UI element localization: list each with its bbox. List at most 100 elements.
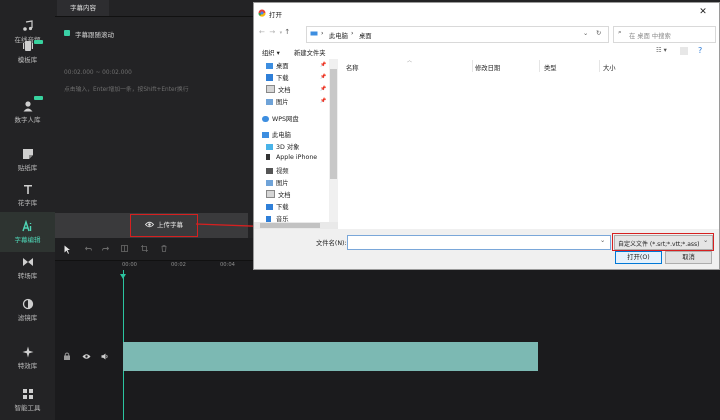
sidebar-item-filters[interactable]: 滤镜库 (0, 290, 55, 330)
sidebar-item-label: 模板库 (17, 56, 38, 64)
sidebar-item-digital-human[interactable]: 数字人库 (0, 92, 55, 132)
nav-item-desktop[interactable]: 桌面 (266, 61, 289, 70)
subtitle-input-hint[interactable]: 点击输入，Enter增加一条，按Shift+Enter换行 (64, 84, 189, 93)
nav-item-iphone[interactable]: Apple iPhone (266, 154, 317, 161)
back-arrow-icon[interactable]: ← (259, 28, 265, 36)
navigation-pane: 桌面 下载 文档 图片 📌 📌 📌 📌 WPS网盘 此电脑 3D 对象 Appl… (254, 59, 338, 229)
column-date-modified[interactable]: 修改日期 (475, 63, 500, 72)
ruler-tick-label: 00:04 (220, 262, 235, 268)
sidebar-item-smart-tools[interactable]: 智能工具 (0, 380, 55, 420)
crop-icon[interactable] (141, 245, 148, 252)
nav-item-downloads-pc[interactable]: 下载 (266, 202, 289, 211)
monitor-icon (262, 132, 269, 138)
nav-item-pictures-pc[interactable]: 图片 (266, 178, 289, 187)
nav-item-downloads[interactable]: 下载 (266, 73, 289, 82)
nav-item-documents[interactable]: 文档 (266, 85, 291, 94)
dialog-close-button[interactable]: ✕ (693, 6, 713, 19)
file-list[interactable] (338, 73, 719, 227)
dialog-title: 打开 (269, 11, 282, 19)
undo-icon[interactable] (85, 246, 92, 252)
document-icon (266, 85, 275, 93)
subtitle-time-range: 00:02.000 ~ 00:02.000 (64, 70, 132, 76)
nav-horizontal-scrollbar[interactable] (254, 222, 338, 229)
sidebar-item-label: 字幕编辑 (14, 236, 41, 244)
breadcrumb-desktop[interactable]: 桌面 (359, 31, 372, 40)
open-button[interactable]: 打开(O) (615, 251, 662, 264)
path-dropdown-icon[interactable]: ⌄ (583, 30, 588, 37)
nav-item-wps-cloud[interactable]: WPS网盘 (262, 114, 299, 123)
cancel-button[interactable]: 取消 (665, 251, 712, 264)
column-name[interactable]: 名称 (346, 63, 359, 72)
filter-icon (22, 298, 33, 310)
video-icon (266, 168, 273, 174)
refresh-icon[interactable]: ↻ (596, 30, 601, 37)
path-separator-icon: › (321, 30, 324, 37)
sidebar-item-effects[interactable]: 特效库 (0, 338, 55, 378)
up-arrow-icon[interactable]: ↑ (284, 28, 290, 36)
nav-hscroll-thumb[interactable] (260, 223, 320, 228)
pin-icon: 📌 (320, 98, 327, 104)
nav-item-pictures[interactable]: 图片 (266, 97, 289, 106)
volume-icon[interactable] (101, 353, 109, 360)
transition-icon (22, 258, 33, 266)
organize-menu[interactable]: 组织 ▾ (262, 48, 280, 57)
column-divider (599, 60, 600, 72)
select-cursor-icon[interactable] (64, 245, 71, 254)
sticker-icon (22, 149, 33, 159)
nav-buttons: ← → ▾ ↑ (259, 28, 311, 40)
nav-scrollbar-thumb[interactable] (330, 69, 337, 179)
file-list-header: 名称 ︿ 修改日期 类型 大小 (338, 58, 719, 73)
breadcrumb-this-pc[interactable]: 此电脑 (329, 31, 348, 40)
help-icon[interactable]: ? (698, 46, 702, 55)
sidebar-item-templates[interactable]: 模板库 (0, 32, 55, 72)
search-box[interactable]: ⌕ 在 桌面 中搜索 (613, 26, 716, 43)
vip-badge (34, 96, 43, 100)
ruler-tick-label: 00:02 (171, 262, 186, 268)
sidebar-item-subtitle-edit[interactable]: 字幕编辑 (0, 212, 55, 252)
sidebar-item-transitions[interactable]: 转场库 (0, 248, 55, 288)
nav-scrollbar[interactable] (329, 59, 338, 229)
lock-icon[interactable] (63, 352, 71, 360)
sidebar: 在线音频 模板库 数字人库 贴纸库 花字库 字幕编辑 转场库 滤镜库 特效库 智… (0, 0, 55, 420)
sidebar-item-label: 特效库 (17, 362, 38, 370)
sort-ascending-icon: ︿ (407, 58, 413, 64)
delete-icon[interactable] (161, 245, 167, 252)
history-chevron-icon[interactable]: ▾ (280, 30, 283, 36)
sidebar-item-fancy-text[interactable]: 花字库 (0, 175, 55, 215)
redo-icon[interactable] (102, 246, 109, 252)
music-note-icon (22, 20, 33, 31)
follow-scroll-checkbox[interactable] (64, 30, 70, 36)
nav-item-videos[interactable]: 视频 (266, 166, 289, 175)
follow-scroll-label: 字幕跟随滚动 (75, 31, 114, 39)
sidebar-item-stickers[interactable]: 贴纸库 (0, 140, 55, 180)
nav-item-documents-pc[interactable]: 文档 (266, 190, 291, 199)
tab-subtitle-content[interactable]: 字幕内容 (57, 0, 109, 16)
split-icon[interactable] (121, 245, 128, 252)
video-clip[interactable] (123, 342, 538, 371)
nav-item-3d-objects[interactable]: 3D 对象 (266, 142, 299, 151)
column-type[interactable]: 类型 (544, 63, 557, 72)
sidebar-item-label: 转场库 (17, 272, 38, 280)
forward-arrow-icon[interactable]: → (269, 28, 275, 36)
cube-3d-icon (266, 144, 273, 150)
view-options-icon[interactable]: ☷ ▾ (656, 47, 667, 54)
text-t-icon (23, 185, 32, 194)
avatar-person-icon (23, 101, 32, 112)
nav-item-this-pc[interactable]: 此电脑 (262, 130, 291, 139)
sidebar-item-label: 智能工具 (14, 404, 41, 412)
filename-dropdown-icon[interactable]: ⌄ (600, 237, 605, 244)
preview-pane-icon[interactable] (680, 47, 688, 55)
address-bar[interactable]: › 此电脑 › 桌面 ⌄ ↻ (306, 26, 609, 43)
filename-input[interactable]: ⌄ (347, 235, 611, 250)
eye-visibility-icon[interactable] (82, 353, 91, 360)
open-file-dialog: 打开 ✕ ← → ▾ ↑ › 此电脑 › 桌面 ⌄ ↻ ⌕ 在 桌面 中搜索 组… (253, 2, 720, 270)
desktop-folder-icon (266, 63, 273, 69)
template-icon (22, 41, 33, 51)
download-arrow-icon (266, 204, 273, 210)
column-divider (539, 60, 540, 72)
sidebar-item-label: 数字人库 (14, 116, 41, 124)
pin-icon: 📌 (320, 86, 327, 92)
path-separator-icon: › (351, 30, 354, 37)
new-folder-button[interactable]: 新建文件夹 (294, 48, 325, 57)
column-size[interactable]: 大小 (603, 63, 616, 72)
